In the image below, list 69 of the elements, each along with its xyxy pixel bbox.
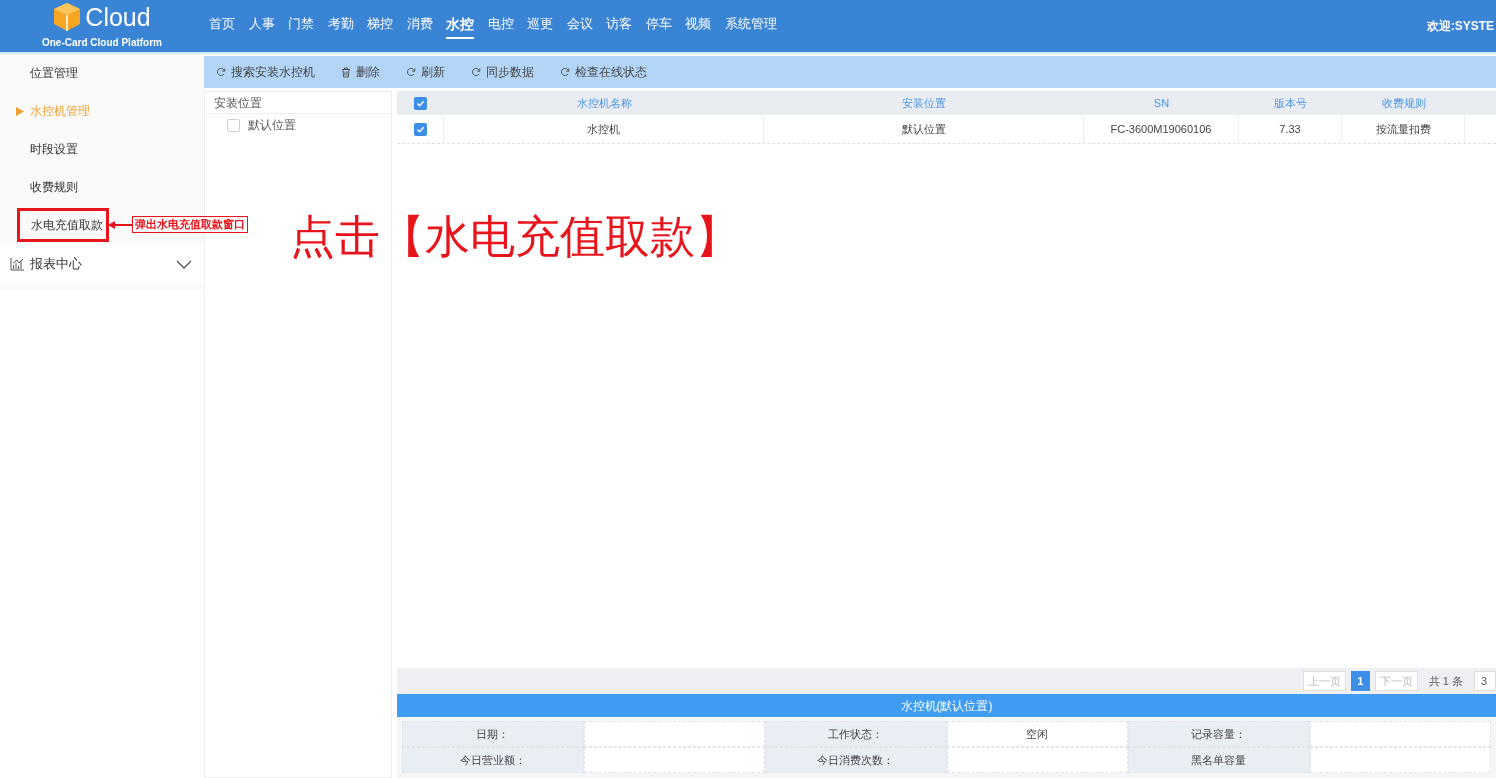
column-header: SN <box>1152 95 1171 111</box>
nav-tab[interactable]: 消费 <box>406 14 433 38</box>
nav-tab[interactable]: 访客 <box>606 14 632 38</box>
toolbar-button[interactable]: 刷新 <box>406 63 445 81</box>
field-label: 记录容量： <box>1128 721 1310 747</box>
refresh-icon <box>406 67 416 77</box>
table-cell: 水控机 <box>444 115 764 143</box>
nav-tab[interactable]: 水控 <box>446 13 474 39</box>
field-label: 今日消费次数： <box>765 747 947 773</box>
sidebar-item[interactable]: 水控机管理 <box>0 102 90 120</box>
refresh-icon <box>471 67 481 77</box>
callout-label: 弹出水电充值取款窗口 <box>132 216 248 233</box>
toolbar-button[interactable]: 同步数据 <box>471 63 534 81</box>
sidebar-item[interactable]: 时段设置 <box>0 140 78 158</box>
page-size-field[interactable]: 3 <box>1474 671 1496 691</box>
checkbox[interactable] <box>413 122 427 136</box>
cube-logo-icon <box>53 2 82 32</box>
logo-text: Cloud <box>85 4 151 30</box>
nav-tab[interactable]: 梯控 <box>367 14 393 38</box>
sidebar-group[interactable]: 报表中心 <box>0 244 204 284</box>
table-cell: 按流量扣费 <box>1342 115 1465 143</box>
refresh-icon <box>216 67 226 77</box>
group-label: 报表中心 <box>30 255 83 273</box>
sidebar-item[interactable]: 收费规则 <box>0 178 78 196</box>
nav-tab[interactable]: 考勤 <box>327 14 354 38</box>
column-header: 版本号 <box>1273 95 1308 111</box>
nav-tab[interactable]: 视频 <box>685 14 711 38</box>
nav-tab[interactable]: 巡更 <box>527 14 553 38</box>
toolbar-button[interactable]: 检查在线状态 <box>560 63 647 81</box>
sidebar-item[interactable]: 水电充值取款 <box>17 208 109 242</box>
nav-tab[interactable]: 人事 <box>248 14 275 38</box>
triangle-icon <box>16 106 24 116</box>
column-header: 安装位置 <box>901 95 947 111</box>
check-icon <box>415 124 425 134</box>
checkbox[interactable] <box>227 118 240 132</box>
sidebar-item[interactable]: 位置管理 <box>0 64 78 82</box>
column-header: 收费规则 <box>1380 95 1427 111</box>
welcome-text: 欢迎:SYSTE <box>1426 18 1494 35</box>
annotation-text: 点击【水电充值取款】 <box>290 214 740 259</box>
table-cell: 默认位置 <box>764 115 1084 143</box>
checkbox[interactable] <box>414 96 427 110</box>
nav-tab[interactable]: 会议 <box>566 14 593 38</box>
chart-icon <box>10 257 25 271</box>
field-value: 空闲 <box>946 721 1128 747</box>
page-button[interactable]: 1 <box>1350 671 1370 691</box>
total-count: 共 1 条 <box>1428 673 1463 689</box>
field-label: 今日营业额： <box>402 747 584 773</box>
arrow-icon <box>108 220 132 229</box>
table-cell: 7.33 <box>1239 115 1342 143</box>
field-label: 黑名单容量 <box>1128 747 1310 773</box>
toolbar-button[interactable]: 搜索安装水控机 <box>216 63 315 81</box>
toolbar-button[interactable]: 删除 <box>341 63 380 81</box>
check-icon <box>416 98 425 108</box>
field-label: 日期： <box>402 721 584 747</box>
table-cell: FC-3600M19060106 <box>1084 115 1239 143</box>
nav-tab[interactable]: 电控 <box>487 14 514 38</box>
nav-tab[interactable]: 系统管理 <box>724 14 777 38</box>
column-header: 水控机名称 <box>575 95 633 111</box>
nav-tab[interactable]: 门禁 <box>288 14 314 38</box>
chevron-icon <box>176 259 192 269</box>
detail-title: 水控机(默认位置) <box>397 694 1496 717</box>
refresh-icon <box>560 67 570 77</box>
tree-title: 安装位置 <box>205 92 391 114</box>
logo-subtitle: One-Card Cloud Platform <box>42 36 162 50</box>
nav-tab[interactable]: 首页 <box>209 14 235 38</box>
trash-icon <box>341 66 351 78</box>
tree-item[interactable]: 默认位置 <box>248 116 296 134</box>
field-label: 工作状态： <box>765 721 947 747</box>
nav-tab[interactable]: 停车 <box>645 14 672 38</box>
